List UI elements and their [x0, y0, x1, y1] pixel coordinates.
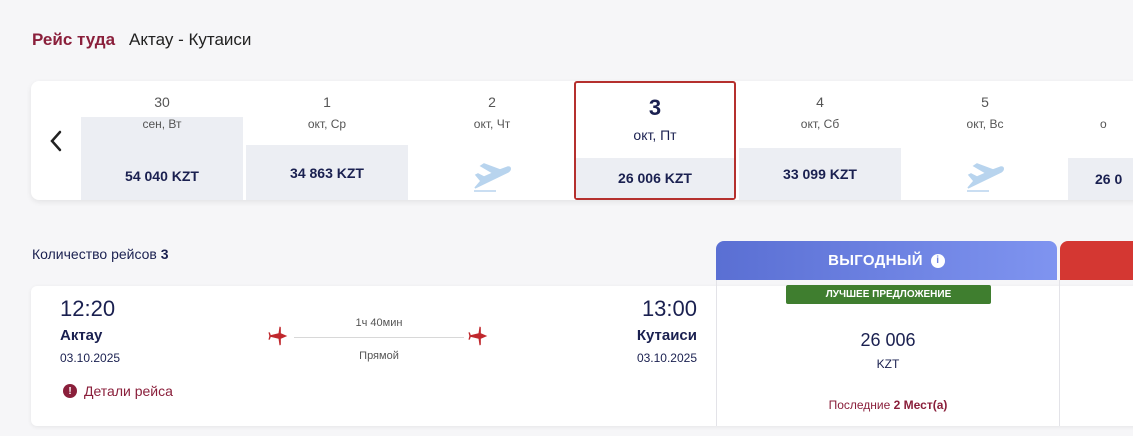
date-weekday: о	[1100, 117, 1107, 131]
info-icon[interactable]: i	[930, 253, 945, 268]
date-number: 1	[323, 94, 331, 110]
seats-left: Последние 2 Мест(а)	[717, 398, 1059, 412]
date-weekday: окт, Сб	[800, 117, 840, 131]
date-weekday: окт, Пт	[633, 127, 677, 143]
flight-card: 12:20 Актау 03.10.2025 1ч 40мин Прямой 1…	[31, 280, 1133, 426]
route-divider	[294, 337, 464, 338]
date-number: 3	[648, 95, 662, 120]
fare-tab-best[interactable]: ВЫГОДНЫЙ i	[716, 241, 1057, 280]
date-weekday: окт, Вс	[966, 117, 1004, 131]
no-flights-plane-icon	[904, 162, 1066, 194]
arrival-city: Кутаиси	[636, 327, 697, 344]
date-strip: 30 сен, Вт 54 040 KZT 1 окт, Ср 34 863 K…	[31, 81, 1133, 200]
date-number: 2	[488, 94, 496, 110]
date-weekday: окт, Ср	[307, 117, 347, 131]
fare-amount: 26 006	[860, 330, 916, 350]
fare-currency: KZT	[876, 357, 900, 371]
route-label: Актау - Кутаиси	[129, 30, 252, 49]
date-price: 54 040 KZT	[125, 168, 199, 184]
date-cell-1[interactable]: 1 окт, Ср 34 863 KZT	[246, 81, 408, 200]
seats-left-count: 2 Мест(а)	[893, 398, 948, 412]
prev-dates-button[interactable]	[31, 81, 81, 200]
seats-left-prefix: Последние	[828, 398, 891, 412]
best-offer-badge: ЛУЧШЕЕ ПРЕДЛОЖЕНИЕ	[786, 285, 991, 304]
flights-count-value: 3	[160, 246, 169, 262]
date-cell-4[interactable]: 4 окт, Сб 33 099 KZT	[739, 81, 901, 200]
date-number: 30	[154, 94, 170, 110]
departure-date: 03.10.2025	[60, 351, 121, 365]
section-title: Рейс туда	[32, 30, 116, 49]
arrival-plane-icon	[468, 325, 490, 352]
departure-time: 12:20	[60, 296, 116, 321]
date-price: 26 0	[1068, 158, 1133, 200]
fare-tab-best-label: ВЫГОДНЫЙ	[828, 252, 923, 269]
date-cell-30[interactable]: 30 сен, Вт 54 040 KZT	[81, 81, 243, 200]
date-cell-2[interactable]: 2 окт, Чт	[411, 81, 573, 200]
flight-duration: 1ч 40мин	[355, 317, 403, 329]
flights-count-label: Количество рейсов	[32, 246, 157, 262]
flights-count: Количество рейсов 3	[32, 246, 169, 262]
date-number: 4	[816, 94, 824, 110]
route-line: 1ч 40мин Прямой	[268, 314, 490, 364]
date-price: 26 006 KZT	[576, 158, 734, 198]
no-flights-plane-icon	[411, 162, 573, 194]
flight-details-label: Детали рейса	[84, 383, 173, 399]
flight-details-link[interactable]: ! Детали рейса	[63, 383, 173, 399]
date-price: 33 099 KZT	[739, 148, 901, 200]
date-price: 34 863 KZT	[246, 145, 408, 200]
fare-option-best[interactable]: ЛУЧШЕЕ ПРЕДЛОЖЕНИЕ 26 006 KZT Последние …	[716, 280, 1060, 426]
date-number: 5	[981, 94, 989, 110]
info-icon: !	[63, 384, 77, 398]
fare-tab-next[interactable]	[1060, 241, 1133, 280]
date-cell-6-partial[interactable]: о 26 0	[1068, 81, 1133, 200]
date-number	[1068, 81, 1133, 117]
date-weekday: сен, Вт	[142, 117, 182, 131]
date-weekday: окт, Чт	[473, 117, 511, 131]
flight-type: Прямой	[359, 350, 399, 362]
date-cell-5[interactable]: 5 окт, Вс	[904, 81, 1066, 200]
arrival-date: 03.10.2025	[636, 351, 697, 365]
chevron-left-icon	[50, 130, 62, 151]
departure-city: Актау	[60, 327, 103, 344]
departure-plane-icon	[268, 325, 290, 352]
arrival-time: 13:00	[641, 296, 697, 321]
date-cell-3-selected[interactable]: 3 окт, Пт 26 006 KZT	[574, 81, 736, 200]
section-header: Рейс туда Актау - Кутаиси	[32, 30, 251, 50]
